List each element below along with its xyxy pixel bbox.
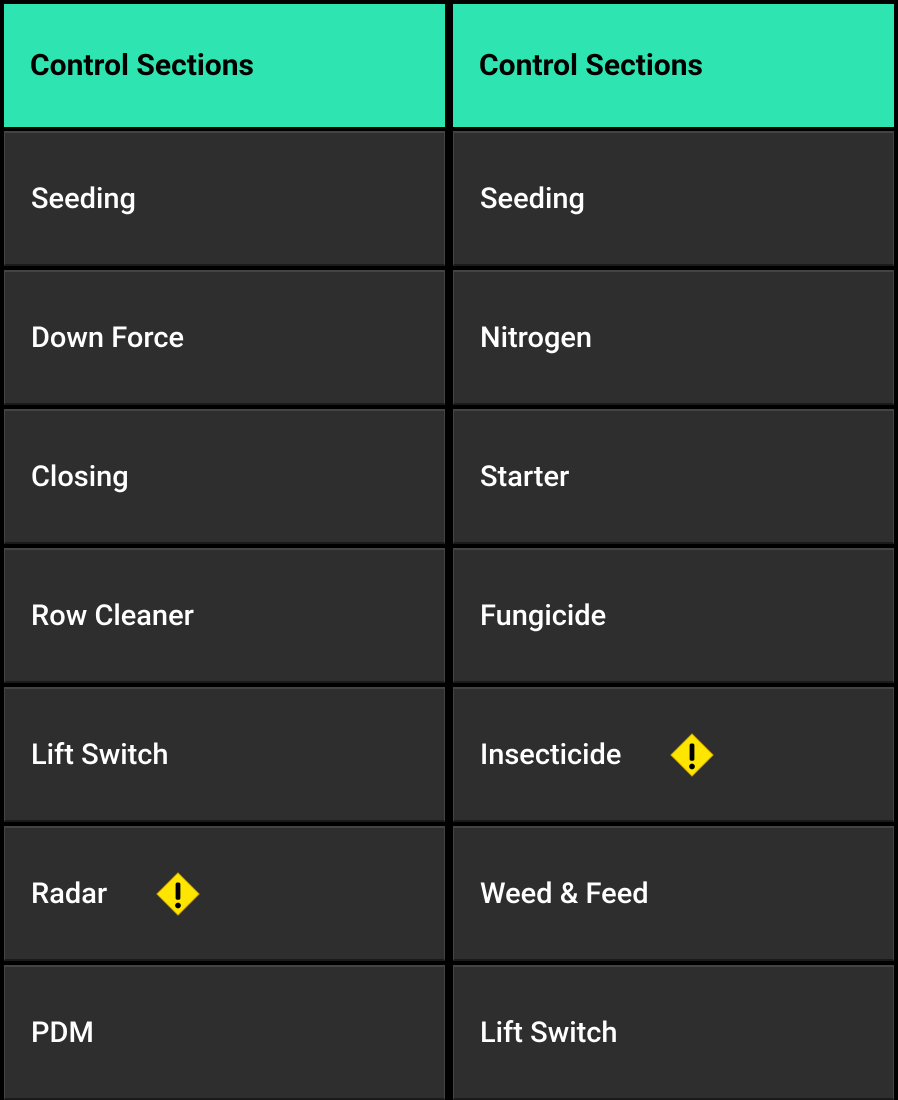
list-item-label: Fungicide — [480, 599, 606, 633]
list-item-pdm[interactable]: PDM — [4, 965, 445, 1100]
list-item-label: Closing — [31, 460, 129, 494]
list-item-label: Row Cleaner — [31, 599, 194, 633]
list-item-label: Weed & Feed — [480, 877, 649, 911]
list-item-seeding[interactable]: Seeding — [453, 131, 894, 266]
list-item-label: Insecticide — [480, 738, 621, 772]
warning-icon — [155, 871, 201, 917]
list-item-starter[interactable]: Starter — [453, 409, 894, 544]
list-item-weed-and-feed[interactable]: Weed & Feed — [453, 826, 894, 961]
list-item-row-cleaner[interactable]: Row Cleaner — [4, 548, 445, 683]
list-item-seeding[interactable]: Seeding — [4, 131, 445, 266]
list-item-lift-switch[interactable]: Lift Switch — [4, 687, 445, 822]
column-header-label: Control Sections — [479, 48, 703, 83]
list-item-fungicide[interactable]: Fungicide — [453, 548, 894, 683]
list-item-label: PDM — [31, 1016, 94, 1050]
column-header: Control Sections — [4, 0, 445, 131]
list-item-label: Starter — [480, 460, 569, 494]
control-sections-container: Control Sections Seeding Down Force Clos… — [0, 0, 898, 1100]
list-item-lift-switch[interactable]: Lift Switch — [453, 965, 894, 1100]
list-item-label: Lift Switch — [480, 1016, 618, 1050]
list-item-label: Seeding — [31, 182, 136, 216]
column-header: Control Sections — [453, 0, 894, 131]
list-item-label: Nitrogen — [480, 321, 592, 355]
list-item-closing[interactable]: Closing — [4, 409, 445, 544]
list-item-label: Lift Switch — [31, 738, 169, 772]
list-item-nitrogen[interactable]: Nitrogen — [453, 270, 894, 405]
control-sections-column-right: Control Sections Seeding Nitrogen Starte… — [449, 0, 898, 1100]
warning-icon — [669, 732, 715, 778]
list-item-radar[interactable]: Radar — [4, 826, 445, 961]
list-item-down-force[interactable]: Down Force — [4, 270, 445, 405]
list-item-label: Radar — [31, 877, 107, 911]
list-item-insecticide[interactable]: Insecticide — [453, 687, 894, 822]
list-item-label: Seeding — [480, 182, 585, 216]
list-item-label: Down Force — [31, 321, 184, 355]
column-header-label: Control Sections — [30, 48, 254, 83]
control-sections-column-left: Control Sections Seeding Down Force Clos… — [0, 0, 449, 1100]
